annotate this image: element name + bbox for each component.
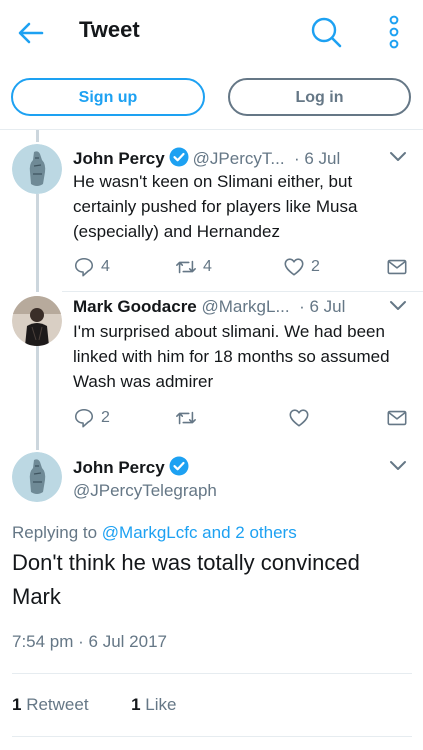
envelope-icon	[387, 259, 407, 275]
tweet-text: I'm surprised about slimani. We had been…	[73, 322, 390, 391]
top-bar: Tweet	[0, 0, 423, 66]
divider	[12, 673, 412, 674]
tweet-timestamp: 7:54 pm · 6 Jul 2017	[12, 632, 167, 651]
tweet-actions: 4 4 2	[73, 254, 413, 280]
author-handle: @JPercyT...	[192, 149, 285, 168]
tweet-header: Mark Goodacre @MarkgL... · 6 Jul	[73, 297, 345, 317]
author-name[interactable]: John Percy	[73, 149, 165, 168]
reply-button[interactable]: 2	[73, 405, 110, 431]
login-button[interactable]: Log in	[228, 78, 411, 116]
main-tweet-text: Don't think he was totally convinced Mar…	[12, 550, 360, 609]
like-stat[interactable]: 1 Like	[131, 695, 176, 714]
author-name[interactable]: Mark Goodacre	[73, 297, 197, 316]
envelope-icon	[387, 410, 407, 426]
more-vertical-icon[interactable]	[384, 14, 404, 50]
back-arrow-icon[interactable]	[14, 16, 48, 50]
thread-line	[36, 346, 39, 450]
tweet-header: John Percy @JPercyT... · 6 Jul	[73, 147, 340, 169]
tweet-time: · 6 Jul	[294, 149, 341, 168]
author-name[interactable]: John Percy	[73, 458, 165, 477]
retweet-count: 4	[203, 258, 212, 275]
verified-badge-icon	[169, 147, 189, 167]
reply-button[interactable]: 4	[73, 254, 110, 280]
avatar-image	[12, 144, 62, 194]
divider	[12, 736, 412, 737]
like-button[interactable]	[288, 405, 316, 431]
thread-line	[36, 130, 39, 142]
avatar-image	[12, 452, 62, 502]
reply-count: 4	[101, 258, 110, 275]
auth-bar: Sign up Log in	[0, 66, 423, 130]
share-button[interactable]	[386, 254, 408, 280]
retweet-button[interactable]: 4	[175, 254, 212, 280]
author-name-row: John Percy	[73, 456, 193, 478]
heart-icon	[289, 409, 309, 427]
tweet-stats: 1 Retweet 1 Like	[12, 695, 176, 715]
divider	[62, 291, 423, 292]
reply-icon	[74, 408, 94, 428]
retweet-button[interactable]	[175, 405, 203, 431]
thread-line	[36, 194, 39, 292]
heart-icon	[284, 258, 304, 276]
avatar[interactable]	[12, 452, 62, 502]
avatar[interactable]	[12, 296, 62, 346]
author-handle: @JPercyTelegraph	[73, 481, 217, 500]
signup-button[interactable]: Sign up	[11, 78, 205, 116]
retweet-icon	[176, 411, 196, 425]
retweet-icon	[176, 260, 196, 274]
tweet-time: · 6 Jul	[299, 297, 346, 316]
author-handle: @MarkgL...	[201, 297, 290, 316]
tweet-actions: 2	[73, 405, 413, 431]
share-button[interactable]	[386, 405, 408, 431]
chevron-down-icon[interactable]	[388, 459, 408, 473]
tweet-text: He wasn't keen on Slimani either, but ce…	[73, 172, 358, 241]
chevron-down-icon[interactable]	[388, 150, 408, 164]
replying-to: Replying to @MarkgLcfc and 2 others	[12, 523, 297, 543]
avatar-image	[12, 296, 62, 346]
retweet-stat[interactable]: 1 Retweet	[12, 695, 89, 714]
search-icon[interactable]	[308, 14, 344, 50]
verified-badge-icon	[169, 456, 189, 476]
replying-prefix: Replying to	[12, 523, 98, 542]
reply-count: 2	[101, 409, 110, 426]
like-count: 2	[311, 258, 320, 275]
like-button[interactable]: 2	[283, 254, 320, 280]
page-title: Tweet	[79, 17, 140, 42]
replying-to-link[interactable]: @MarkgLcfc and 2 others	[102, 523, 297, 542]
reply-icon	[74, 257, 94, 277]
avatar[interactable]	[12, 144, 62, 194]
chevron-down-icon[interactable]	[388, 299, 408, 313]
